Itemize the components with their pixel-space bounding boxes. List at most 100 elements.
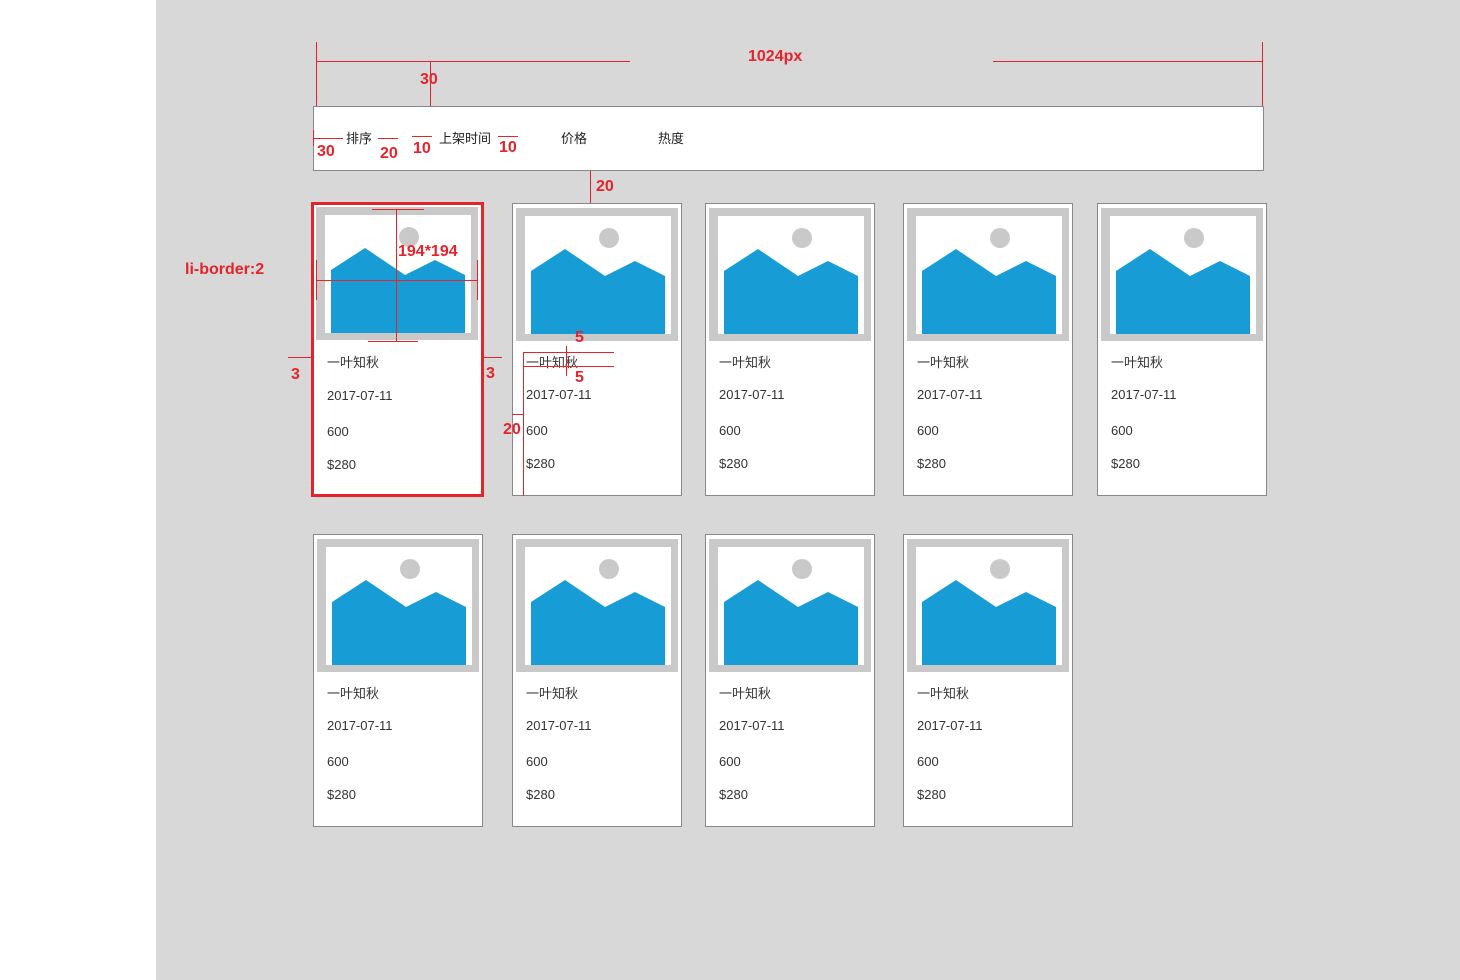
li-margin-left-label: 3 (291, 366, 300, 383)
product-name: 一叶知秋 (526, 355, 579, 370)
image-size-right-tick (477, 260, 478, 300)
product-date: 2017-07-11 (719, 718, 785, 733)
product-date: 2017-07-11 (526, 387, 592, 402)
sort-left-gap-line (313, 138, 343, 139)
product-name: 一叶知秋 (719, 686, 772, 701)
product-name: 一叶知秋 (917, 355, 970, 370)
product-price: $280 (719, 456, 748, 471)
product-count: 600 (917, 754, 939, 769)
product-card[interactable]: 一叶知秋 2017-07-11 600 $280 (512, 534, 682, 827)
product-price: $280 (917, 456, 946, 471)
image-placeholder-icon (525, 216, 671, 334)
item-gap-left-line (412, 136, 432, 137)
product-card[interactable]: 一叶知秋 2017-07-11 600 $280 (1097, 203, 1267, 496)
product-price: $280 (1111, 456, 1140, 471)
text-indent-horizontal-line (512, 414, 523, 415)
product-date: 2017-07-11 (327, 718, 393, 733)
text-indent-label: 20 (503, 421, 521, 438)
sort-gap-line (378, 138, 398, 139)
product-image-frame (709, 208, 871, 341)
text-indent-vertical-line (523, 352, 524, 496)
product-date: 2017-07-11 (719, 387, 785, 402)
sort-left-gap-label: 30 (317, 143, 335, 160)
product-date: 2017-07-11 (917, 387, 983, 402)
image-size-bottom-tick (368, 341, 418, 342)
width-dimension-label: 1024px (748, 48, 803, 65)
product-image-frame (709, 539, 871, 672)
sort-left-gap-tick (313, 130, 314, 146)
product-card[interactable]: 一叶知秋 2017-07-11 600 $280 (705, 203, 875, 496)
image-size-label: 194*194 (398, 243, 458, 260)
image-placeholder-icon (1110, 216, 1256, 334)
product-date: 2017-07-11 (1111, 387, 1177, 402)
image-placeholder-icon (916, 547, 1062, 665)
product-image-frame (907, 208, 1069, 341)
product-name: 一叶知秋 (719, 355, 772, 370)
product-count: 600 (327, 424, 349, 439)
product-name: 一叶知秋 (526, 686, 579, 701)
product-count: 600 (327, 754, 349, 769)
product-image-frame (1101, 208, 1263, 341)
product-name: 一叶知秋 (327, 355, 380, 370)
image-size-left-tick (316, 260, 317, 300)
li-margin-right-label: 3 (486, 365, 495, 382)
product-card[interactable]: 一叶知秋 2017-07-11 600 $280 (903, 534, 1073, 827)
product-image-frame (316, 207, 478, 340)
image-size-vertical-line (396, 209, 397, 342)
product-date: 2017-07-11 (526, 718, 592, 733)
product-price: $280 (719, 787, 748, 802)
product-price: $280 (917, 787, 946, 802)
product-image-frame (516, 539, 678, 672)
sort-label: 排序 (346, 131, 373, 146)
li-border-label: li-border:2 (185, 261, 265, 278)
image-placeholder-icon (718, 216, 864, 334)
product-count: 600 (719, 423, 741, 438)
product-card[interactable]: 一叶知秋 2017-07-11 600 $280 (512, 203, 682, 496)
product-date: 2017-07-11 (327, 388, 393, 403)
width-dimension-right-tick (1262, 42, 1263, 106)
width-dimension-line-left (316, 61, 630, 62)
item-gap-right-label: 10 (499, 139, 517, 156)
sort-option-time[interactable]: 上架时间 (439, 128, 491, 147)
product-image-frame (907, 539, 1069, 672)
sort-gap-label: 20 (380, 145, 398, 162)
li-margin-right-line (482, 357, 502, 358)
text-gap-bottom-label: 5 (575, 369, 584, 386)
width-dimension-line-right (993, 61, 1263, 62)
text-gap-line-bottom (524, 366, 614, 367)
image-placeholder-icon (325, 215, 471, 333)
toolbar-gap-line (590, 171, 591, 203)
item-gap-left-label: 10 (413, 140, 431, 157)
text-gap-line-top (524, 352, 614, 353)
product-count: 600 (719, 754, 741, 769)
product-count: 600 (526, 754, 548, 769)
toolbar-gap-label: 20 (596, 178, 614, 195)
product-image-frame (317, 539, 479, 672)
product-price: $280 (327, 457, 356, 472)
image-placeholder-icon (326, 547, 472, 665)
li-margin-left-line (288, 357, 312, 358)
sort-option-price[interactable]: 价格 (561, 128, 587, 147)
product-card[interactable]: 一叶知秋 2017-07-11 600 $280 (903, 203, 1073, 496)
product-card[interactable]: 一叶知秋 2017-07-11 600 $280 (705, 534, 875, 827)
product-price: $280 (327, 787, 356, 802)
product-date: 2017-07-11 (917, 718, 983, 733)
image-size-horizontal-line (316, 280, 478, 281)
product-price: $280 (526, 787, 555, 802)
product-count: 600 (526, 423, 548, 438)
top-gap-label: 30 (420, 71, 438, 88)
product-count: 600 (917, 423, 939, 438)
product-card[interactable]: 一叶知秋 2017-07-11 600 $280 (313, 534, 483, 827)
item-gap-right-line (498, 136, 518, 137)
text-gap-vertical-line (566, 346, 567, 376)
image-placeholder-icon (916, 216, 1062, 334)
sort-option-popularity[interactable]: 热度 (658, 128, 684, 147)
product-name: 一叶知秋 (917, 686, 970, 701)
product-name: 一叶知秋 (327, 686, 380, 701)
image-placeholder-icon (718, 547, 864, 665)
width-dimension-left-tick (316, 42, 317, 106)
product-name: 一叶知秋 (1111, 355, 1164, 370)
image-size-top-tick (372, 209, 424, 210)
product-image-frame (516, 208, 678, 341)
text-gap-top-label: 5 (575, 329, 584, 346)
